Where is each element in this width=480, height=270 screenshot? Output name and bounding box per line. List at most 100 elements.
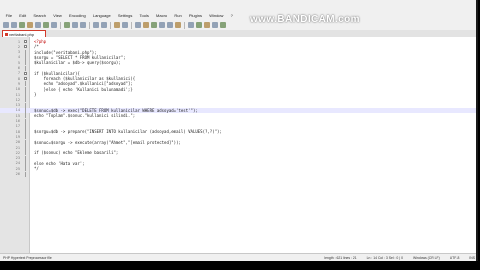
- open-file-icon[interactable]: [11, 22, 17, 28]
- menu-file[interactable]: File: [2, 13, 16, 18]
- paste-icon[interactable]: [80, 22, 86, 28]
- indent-guide-icon[interactable]: [175, 22, 181, 28]
- tab-label: veritabani.php: [9, 31, 35, 37]
- code-line[interactable]: 8 foreach ($kullanicilar as $kullanici){: [0, 76, 476, 82]
- menu-encoding[interactable]: Encoding: [65, 13, 89, 18]
- word-wrap-icon[interactable]: [159, 22, 165, 28]
- code-line[interactable]: 11}: [0, 92, 476, 97]
- fold-line-icon: [22, 49, 29, 55]
- redo-icon[interactable]: [101, 22, 107, 28]
- line-number: 18: [15, 129, 20, 134]
- save-macro-icon[interactable]: [220, 22, 226, 28]
- fold-line-icon: [22, 134, 29, 140]
- unsaved-file-icon: [5, 32, 8, 36]
- code-line[interactable]: 26: [0, 171, 476, 177]
- code-line[interactable]: 19: [0, 134, 476, 140]
- code-line[interactable]: 21: [0, 145, 476, 150]
- code-text: echo "adsoyad".$kullanici["adsoyad"];: [34, 81, 133, 87]
- menu-run[interactable]: Run: [171, 13, 186, 18]
- code-line[interactable]: 7 if ($kullanicilar){: [0, 70, 476, 76]
- run-macro-icon[interactable]: [212, 22, 218, 28]
- fold-line-icon: [22, 65, 29, 71]
- code-line[interactable]: 22 if ($sonuc) echo "Ekleme basarili";: [0, 150, 476, 156]
- code-line[interactable]: 9 echo "adsoyad".$kullanici["adsoyad"];: [0, 81, 476, 87]
- menu-edit[interactable]: Edit: [16, 13, 30, 18]
- code-line[interactable]: 25 */: [0, 166, 476, 172]
- code-line[interactable]: 16: [0, 118, 476, 124]
- line-number: 17: [15, 124, 20, 129]
- line-number: 7: [17, 71, 20, 76]
- code-line[interactable]: 3 include("veritabani.php");: [0, 49, 476, 55]
- code-text: else echo 'Hata var';: [34, 160, 85, 166]
- code-line[interactable]: 5 $kullanicilar = $db-> query($sorgu);: [0, 60, 476, 66]
- close-all-icon[interactable]: [43, 22, 49, 28]
- zoom-in-icon[interactable]: [135, 22, 141, 28]
- menu-bar: File Edit Search View Encoding Language …: [0, 11, 476, 20]
- fold-line-icon: [22, 102, 29, 108]
- code-line[interactable]: 18 $sorgu=$db -> prepare("INSERT INTO kul…: [0, 129, 476, 135]
- code-line[interactable]: 13: [0, 102, 476, 108]
- code-line[interactable]: 4 $sorgu = "SELECT * FROM kullanicilar";: [0, 54, 476, 60]
- menu-macro[interactable]: Macro: [152, 13, 170, 18]
- menu-language[interactable]: Language: [89, 13, 114, 18]
- line-number: 11: [15, 92, 20, 97]
- new-file-icon[interactable]: [3, 22, 9, 28]
- code-text: echo "Toplam".$sonuc."kullanici silindi.…: [34, 113, 136, 119]
- code-line[interactable]: 14 $sonuc=$db -> exec("DELETE FROM kullan…: [0, 107, 476, 113]
- fold-toggle-icon[interactable]: [22, 71, 29, 76]
- line-number: 23: [15, 156, 20, 161]
- fold-line-icon: [22, 107, 29, 113]
- menu-help[interactable]: ?: [227, 13, 236, 18]
- code-line[interactable]: 2 /*: [0, 44, 476, 50]
- code-line[interactable]: 1 <?php: [0, 39, 476, 44]
- line-number: 4: [17, 55, 20, 60]
- code-line[interactable]: 17: [0, 123, 476, 129]
- code-line[interactable]: 20 $sonuc=$sorgu -> execute(array("Ahmet"…: [0, 139, 476, 145]
- fold-line-icon: [22, 145, 29, 150]
- close-icon[interactable]: [35, 22, 41, 28]
- record-macro-icon[interactable]: [188, 22, 194, 28]
- line-number: 26: [15, 172, 20, 176]
- sync-scroll-icon[interactable]: [151, 22, 157, 28]
- undo-icon[interactable]: [93, 22, 99, 28]
- notepadpp-window: File Edit Search View Encoding Language …: [0, 0, 478, 261]
- play-macro-icon[interactable]: [204, 22, 210, 28]
- cut-icon[interactable]: [64, 22, 70, 28]
- line-number: 5: [17, 60, 20, 65]
- fold-line-icon: [22, 155, 29, 161]
- print-icon[interactable]: [51, 22, 57, 28]
- toolbar-separator: [131, 21, 132, 29]
- menu-settings[interactable]: Settings: [114, 13, 136, 18]
- code-text: if ($kullanicilar){: [34, 70, 80, 76]
- save-icon[interactable]: [19, 22, 25, 28]
- code-line[interactable]: 10 }else { echo 'Kullanici bulunamadi';}: [0, 86, 476, 92]
- code-text: foreach ($kullanicilar as $kullanici){: [34, 76, 136, 82]
- code-line[interactable]: 6: [0, 65, 476, 71]
- fold-toggle-icon[interactable]: [22, 39, 29, 44]
- copy-icon[interactable]: [72, 22, 78, 28]
- code-line[interactable]: 23: [0, 155, 476, 161]
- save-all-icon[interactable]: [27, 22, 33, 28]
- menu-view[interactable]: View: [50, 13, 66, 18]
- status-position: Ln : 14 Col : 3 Sel : 0 | 0: [366, 255, 403, 260]
- menu-plugins[interactable]: Plugins: [185, 13, 205, 18]
- code-line[interactable]: 12: [0, 97, 476, 103]
- tab-veritabani-php[interactable]: veritabani.php: [2, 30, 46, 37]
- code-line[interactable]: 24 else echo 'Hata var';: [0, 160, 476, 166]
- menu-window[interactable]: Window: [206, 13, 227, 18]
- fold-line-icon: [22, 171, 29, 177]
- replace-icon[interactable]: [122, 22, 128, 28]
- menu-tools[interactable]: Tools: [136, 13, 153, 18]
- fold-toggle-icon[interactable]: [22, 76, 29, 81]
- zoom-out-icon[interactable]: [143, 22, 149, 28]
- status-right-group: length : 621 lines : 21 Ln : 14 Col : 3 …: [324, 256, 475, 260]
- code-line[interactable]: 15 echo "Toplam".$sonuc."kullanici silind…: [0, 113, 476, 119]
- stop-macro-icon[interactable]: [196, 22, 202, 28]
- code-text: /*: [34, 44, 39, 50]
- fold-toggle-icon[interactable]: [22, 44, 29, 49]
- code-editor[interactable]: 1 <?php 2 /* 3 include("veritabani.php"); 4 $so…: [0, 37, 476, 253]
- find-icon[interactable]: [114, 22, 120, 28]
- show-all-chars-icon[interactable]: [167, 22, 173, 28]
- fold-line-icon: [22, 150, 29, 156]
- menu-search[interactable]: Search: [30, 13, 50, 18]
